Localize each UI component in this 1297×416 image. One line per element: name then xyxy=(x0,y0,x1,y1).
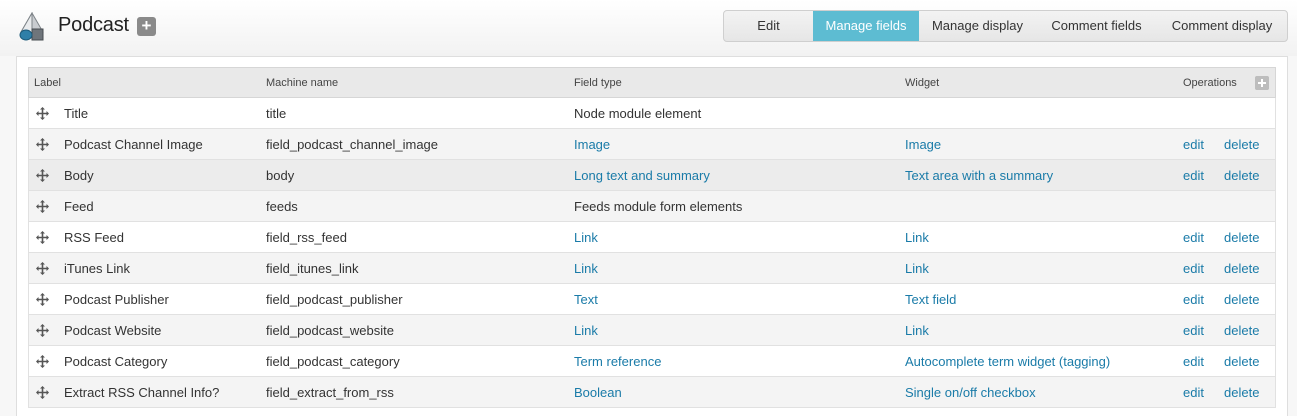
field-label: RSS Feed xyxy=(64,230,124,245)
field-type-link: Node module element xyxy=(574,106,702,121)
table-row: Podcast Channel Image field_podcast_chann… xyxy=(28,129,1276,160)
table-row: Podcast Category field_podcast_category Te… xyxy=(28,346,1276,377)
field-label: Podcast Category xyxy=(64,354,168,369)
field-label: Podcast Channel Image xyxy=(64,137,203,152)
edit-link[interactable]: edit xyxy=(1183,346,1204,377)
table-row: Feed feeds Feeds module form elements xyxy=(28,191,1276,222)
edit-link[interactable]: edit xyxy=(1183,377,1204,408)
field-machine-name: field_rss_feed xyxy=(266,230,347,245)
show-row-weights-icon[interactable] xyxy=(1255,76,1269,90)
field-type-link[interactable]: Link xyxy=(574,253,598,284)
drag-handle-icon[interactable] xyxy=(36,169,49,182)
secondary-tabs: Edit Manage fields Manage display Commen… xyxy=(723,10,1288,42)
drag-handle-icon[interactable] xyxy=(36,262,49,275)
table-row: Podcast Publisher field_podcast_publisher… xyxy=(28,284,1276,315)
table-row: RSS Feed field_rss_feed Link Link edit delete xyxy=(28,222,1276,253)
field-machine-name: field_podcast_category xyxy=(266,354,400,369)
field-type-link[interactable]: Long text and summary xyxy=(574,160,710,191)
tab-edit[interactable]: Edit xyxy=(724,11,813,41)
table-row: iTunes Link field_itunes_link Link Link edit… xyxy=(28,253,1276,284)
page-header: Podcast + Edit Manage fields Manage disp… xyxy=(0,0,1297,56)
field-label: Feed xyxy=(64,199,94,214)
field-machine-name: field_extract_from_rss xyxy=(266,385,394,400)
field-widget-link[interactable]: Link xyxy=(905,315,929,346)
field-widget-link[interactable]: Text field xyxy=(905,284,956,315)
column-header-operations: Operations xyxy=(1183,77,1237,89)
tab-comment-fields[interactable]: Comment fields xyxy=(1036,11,1157,41)
delete-link[interactable]: delete xyxy=(1224,377,1259,408)
field-widget-link[interactable]: Autocomplete term widget (tagging) xyxy=(905,346,1110,377)
column-header-machine-name: Machine name xyxy=(266,77,339,89)
edit-link[interactable]: edit xyxy=(1183,222,1204,253)
delete-link[interactable]: delete xyxy=(1224,346,1259,377)
table-body: Title title Node module element Podcast Cha… xyxy=(28,98,1276,408)
drag-handle-icon[interactable] xyxy=(36,231,49,244)
column-header-field-type: Field type xyxy=(574,77,622,89)
table-row: Extract RSS Channel Info? field_extract_f… xyxy=(28,377,1276,408)
delete-link[interactable]: delete xyxy=(1224,160,1259,191)
edit-link[interactable]: edit xyxy=(1183,160,1204,191)
drag-handle-icon[interactable] xyxy=(36,355,49,368)
field-widget-link[interactable]: Single on/off checkbox xyxy=(905,377,1036,408)
field-label: Podcast Publisher xyxy=(64,292,169,307)
field-type-link[interactable]: Term reference xyxy=(574,346,661,377)
delete-link[interactable]: delete xyxy=(1224,222,1259,253)
table-header: Label Machine name Field type Widget Ope… xyxy=(28,67,1276,98)
field-label: Body xyxy=(64,168,94,183)
edit-link[interactable]: edit xyxy=(1183,284,1204,315)
column-header-label: Label xyxy=(34,77,61,89)
add-content-button[interactable]: + xyxy=(137,17,156,36)
field-machine-name: feeds xyxy=(266,199,298,214)
edit-link[interactable]: edit xyxy=(1183,129,1204,160)
table-row: Title title Node module element xyxy=(28,98,1276,129)
delete-link[interactable]: delete xyxy=(1224,253,1259,284)
edit-link[interactable]: edit xyxy=(1183,315,1204,346)
tab-manage-fields[interactable]: Manage fields xyxy=(813,11,919,41)
drag-handle-icon[interactable] xyxy=(36,107,49,120)
field-label: Title xyxy=(64,106,89,121)
page-title: Podcast xyxy=(58,14,129,36)
drag-handle-icon[interactable] xyxy=(36,293,49,306)
field-label: Extract RSS Channel Info? xyxy=(64,385,220,400)
field-label: Podcast Website xyxy=(64,323,162,338)
drag-handle-icon[interactable] xyxy=(36,200,49,213)
column-header-widget: Widget xyxy=(905,77,940,89)
field-machine-name: field_itunes_link xyxy=(266,261,359,276)
table-row: Podcast Website field_podcast_website Link… xyxy=(28,315,1276,346)
tab-comment-display[interactable]: Comment display xyxy=(1157,11,1287,41)
field-type-link[interactable]: Link xyxy=(574,222,598,253)
edit-link[interactable]: edit xyxy=(1183,253,1204,284)
delete-link[interactable]: delete xyxy=(1224,129,1259,160)
drag-handle-icon[interactable] xyxy=(36,386,49,399)
field-machine-name: title xyxy=(266,106,287,121)
delete-link[interactable]: delete xyxy=(1224,284,1259,315)
drag-handle-icon[interactable] xyxy=(36,138,49,151)
fields-table: Label Machine name Field type Widget Ope… xyxy=(28,67,1276,408)
drag-handle-icon[interactable] xyxy=(36,324,49,337)
delete-link[interactable]: delete xyxy=(1224,315,1259,346)
field-machine-name: field_podcast_website xyxy=(266,323,394,338)
field-widget-link[interactable]: Image xyxy=(905,129,941,160)
tab-manage-display[interactable]: Manage display xyxy=(919,11,1036,41)
field-widget-link[interactable]: Link xyxy=(905,222,929,253)
field-type-link[interactable]: Boolean xyxy=(574,377,622,408)
field-machine-name: field_podcast_publisher xyxy=(266,292,403,307)
field-widget-link[interactable]: Link xyxy=(905,253,929,284)
field-widget-link[interactable]: Text area with a summary xyxy=(905,160,1053,191)
content-type-icon xyxy=(19,12,44,41)
field-machine-name: body xyxy=(266,168,295,183)
table-row: Body body Long text and summary Text area w… xyxy=(28,160,1276,191)
field-type-link[interactable]: Link xyxy=(574,315,598,346)
field-type-link[interactable]: Text xyxy=(574,284,598,315)
field-type-link[interactable]: Image xyxy=(574,129,610,160)
field-type-link: Feeds module form elements xyxy=(574,199,743,214)
field-label: iTunes Link xyxy=(64,261,130,276)
field-machine-name: field_podcast_channel_image xyxy=(266,137,439,152)
